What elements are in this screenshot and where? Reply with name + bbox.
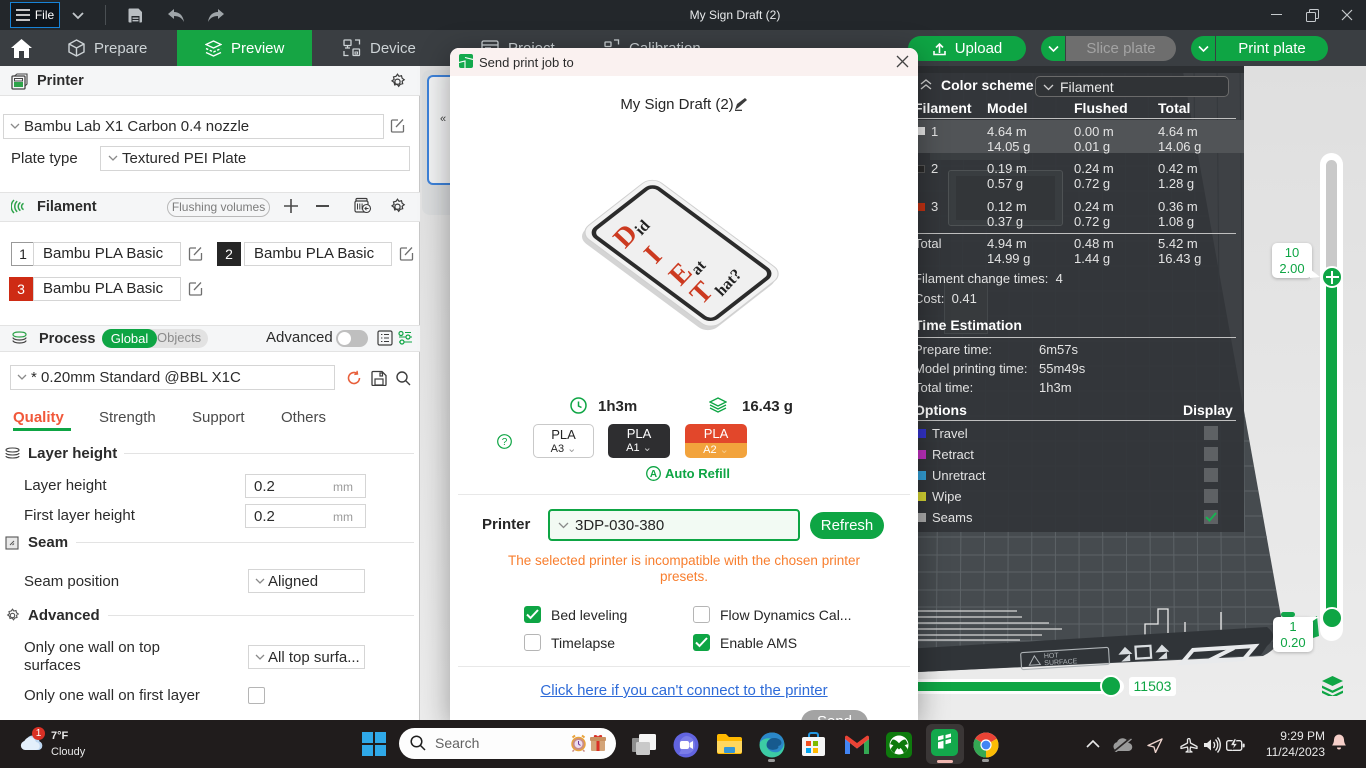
svg-text:?: ? [502,437,508,448]
svg-text:A: A [650,469,657,480]
svg-text:SURFACE: SURFACE [1044,658,1078,667]
